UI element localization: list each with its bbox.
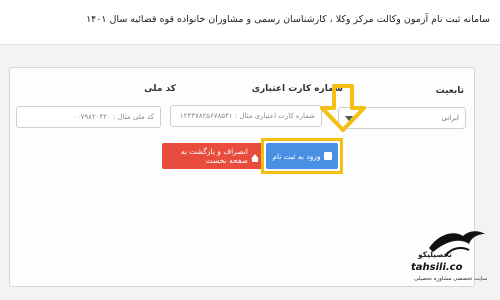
home-icon [251, 153, 259, 162]
header: سامانه ثبت نام آزمون وکالت مرکز وکلا ، ک… [0, 0, 500, 44]
watermark-brand: تحصیلیکو [418, 250, 452, 259]
national-code-label: کد ملی [144, 84, 176, 94]
annotation-highlight [261, 138, 343, 174]
watermark-url: tahsili.co [411, 262, 463, 273]
card-number-input[interactable] [170, 105, 322, 127]
cancel-button[interactable]: انصراف و بازگشت به صفحه نخست [162, 143, 263, 169]
cancel-button-label: انصراف و بازگشت به صفحه نخست [180, 147, 248, 165]
annotation-arrow-icon [320, 84, 366, 132]
registration-form [9, 67, 475, 287]
watermark-logo [429, 231, 485, 257]
watermark-tagline: سایت تخصصی مشاوره تحصیلی [414, 276, 488, 282]
nationality-label: تابعیت [435, 86, 464, 96]
page-title: سامانه ثبت نام آزمون وکالت مرکز وکلا ، ک… [86, 14, 490, 25]
national-code-input[interactable] [16, 106, 161, 128]
nationality-value: ایرانی [441, 114, 459, 122]
